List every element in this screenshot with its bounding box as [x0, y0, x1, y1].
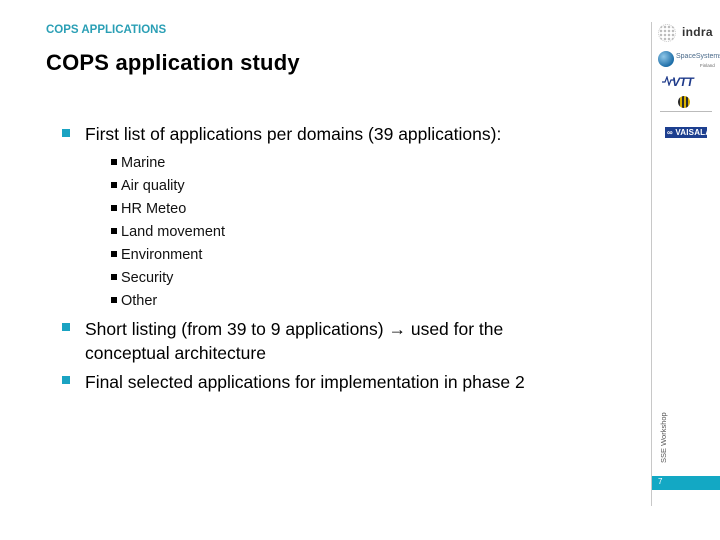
space-systems-finland-logo: SpaceSystems Finland	[656, 48, 720, 72]
bullet-short-listing-line2: conceptual architecture	[85, 343, 266, 363]
sub-bullet-icon	[111, 274, 117, 280]
vtt-logo: VTT	[662, 74, 706, 90]
bullet-short-listing-line1: Short listing (from 39 to 9 applications…	[85, 319, 504, 339]
fmi-globe-icon	[678, 96, 690, 108]
bullet-square-icon	[62, 323, 70, 331]
sub-bullet-icon	[111, 251, 117, 257]
space-systems-logo-subtext: Finland	[700, 63, 715, 68]
fmi-underline	[660, 111, 712, 112]
indra-logo: indra	[656, 22, 716, 44]
sub-item-air-quality: Air quality	[121, 178, 185, 194]
page-number: 7	[658, 477, 663, 486]
sub-bullet-icon	[111, 159, 117, 165]
sub-item-marine: Marine	[121, 155, 166, 171]
indra-logo-text: indra	[682, 25, 713, 39]
bullet-square-icon	[62, 129, 70, 137]
fmi-logo	[656, 95, 716, 115]
vaisala-logo-text: ∞ VAISALA	[667, 128, 712, 137]
vaisala-logo: ∞ VAISALA	[665, 127, 711, 138]
sub-bullet-icon	[111, 205, 117, 211]
sub-item-other: Other	[121, 293, 158, 309]
space-systems-swirl-icon	[658, 51, 674, 67]
sub-item-land-movement: Land movement	[121, 224, 225, 240]
slide-content: First list of applications per domains (…	[0, 0, 640, 540]
sub-bullet-icon	[111, 228, 117, 234]
vtt-logo-text: VTT	[672, 75, 694, 89]
sub-item-hr-meteo: HR Meteo	[121, 201, 187, 217]
sub-bullet-icon	[111, 297, 117, 303]
sub-bullet-icon	[111, 182, 117, 188]
sub-item-security: Security	[121, 270, 174, 286]
indra-dots-icon	[658, 24, 676, 42]
bullet-square-icon	[62, 376, 70, 384]
sub-item-environment: Environment	[121, 247, 203, 263]
page-number-box: 7	[652, 476, 720, 490]
bullet-final-selected: Final selected applications for implemen…	[85, 372, 525, 392]
footer-workshop-text: SSE Workshop	[659, 412, 668, 463]
sidebar-divider	[651, 22, 652, 506]
bullet-first-list: First list of applications per domains (…	[85, 124, 502, 144]
space-systems-logo-text: SpaceSystems	[676, 53, 720, 60]
